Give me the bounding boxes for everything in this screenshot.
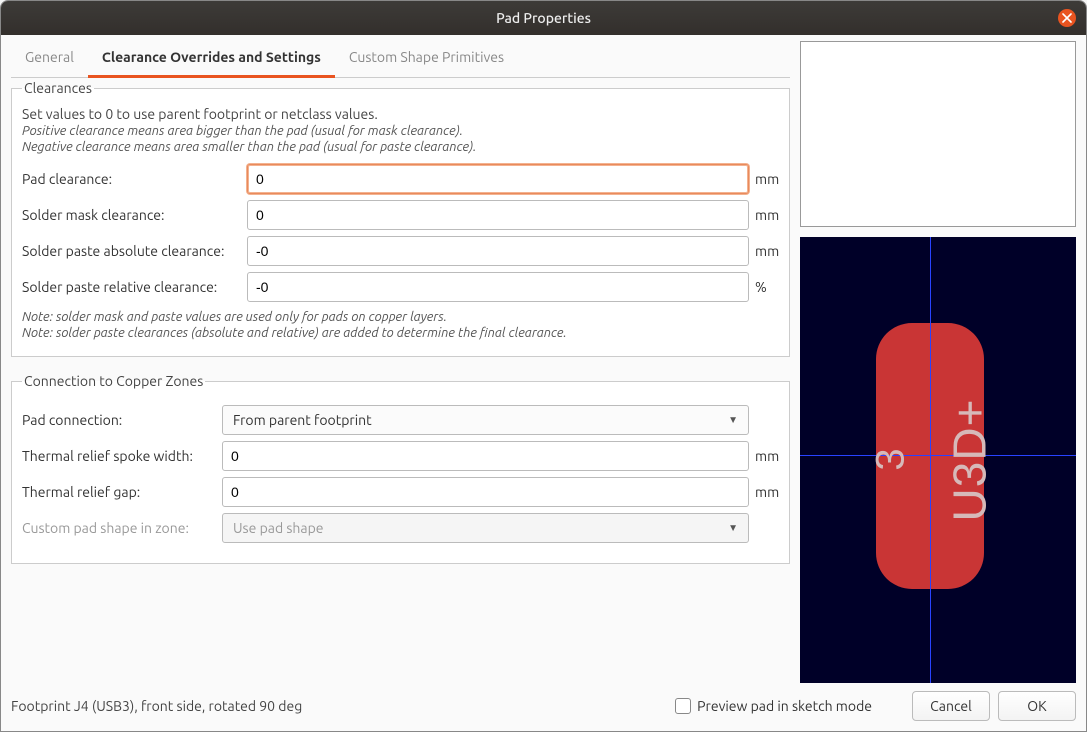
label-thermal-gap: Thermal relief gap:	[22, 484, 222, 500]
row-paste-rel-clearance: Solder paste relative clearance: %	[22, 272, 779, 302]
pad-properties-dialog: Pad Properties General Clearance Overrid…	[0, 0, 1087, 732]
pad-number-text: 3	[869, 448, 914, 470]
label-sketch-mode[interactable]: Preview pad in sketch mode	[697, 698, 872, 714]
close-icon	[1062, 13, 1072, 23]
tab-custom-shape[interactable]: Custom Shape Primitives	[335, 41, 518, 77]
clearances-hint-main: Set values to 0 to use parent footprint …	[22, 106, 779, 122]
unit-pad-clearance: mm	[749, 171, 779, 187]
crosshair-vertical	[930, 237, 931, 683]
clearances-hint-positive: Positive clearance means area bigger tha…	[22, 124, 779, 138]
input-mask-clearance[interactable]	[247, 200, 749, 230]
unit-thermal-spoke: mm	[749, 448, 779, 464]
label-pad-clearance: Pad clearance:	[22, 171, 247, 187]
upper-region: General Clearance Overrides and Settings…	[11, 35, 1076, 683]
unit-paste-abs-clearance: mm	[749, 243, 779, 259]
label-paste-abs-clearance: Solder paste absolute clearance:	[22, 243, 247, 259]
unit-thermal-gap: mm	[749, 484, 779, 500]
row-paste-abs-clearance: Solder paste absolute clearance: mm	[22, 236, 779, 266]
ok-button[interactable]: OK	[998, 691, 1076, 721]
label-paste-rel-clearance: Solder paste relative clearance:	[22, 279, 247, 295]
footer: Footprint J4 (USB3), front side, rotated…	[11, 683, 1076, 723]
copper-zones-legend: Connection to Copper Zones	[22, 373, 205, 389]
titlebar: Pad Properties	[1, 1, 1086, 35]
input-paste-abs-clearance[interactable]	[247, 236, 749, 266]
clearances-hint-negative: Negative clearance means area smaller th…	[22, 140, 779, 154]
chevron-down-icon: ▼	[728, 414, 738, 426]
tab-clearance-overrides[interactable]: Clearance Overrides and Settings	[88, 41, 335, 78]
tab-bar: General Clearance Overrides and Settings…	[11, 41, 790, 78]
clearances-note2: Note: solder paste clearances (absolute …	[22, 326, 779, 340]
input-paste-rel-clearance[interactable]	[247, 272, 749, 302]
dropdown-custom-pad-shape-value: Use pad shape	[233, 520, 324, 536]
unit-paste-rel-clearance: %	[749, 279, 779, 295]
preview-panel-bottom[interactable]: 3 U3D+	[800, 237, 1076, 683]
close-button[interactable]	[1058, 9, 1076, 27]
unit-mask-clearance: mm	[749, 207, 779, 223]
checkbox-sketch-mode[interactable]	[675, 698, 691, 714]
row-pad-clearance: Pad clearance: mm	[22, 164, 779, 194]
sketch-mode-option: Preview pad in sketch mode	[675, 698, 872, 714]
clearances-note1: Note: solder mask and paste values are u…	[22, 310, 779, 324]
row-pad-connection: Pad connection: From parent footprint ▼	[22, 405, 779, 435]
pad-net-text: U3D+	[942, 399, 996, 522]
input-thermal-spoke[interactable]	[222, 441, 749, 471]
row-thermal-spoke: Thermal relief spoke width: mm	[22, 441, 779, 471]
window-title: Pad Properties	[496, 10, 591, 26]
right-pane: 3 U3D+	[800, 41, 1076, 683]
tab-general[interactable]: General	[11, 41, 88, 77]
label-custom-pad-shape: Custom pad shape in zone:	[22, 520, 222, 536]
clearances-group: Clearances Set values to 0 to use parent…	[11, 80, 790, 357]
row-custom-pad-shape: Custom pad shape in zone: Use pad shape …	[22, 513, 779, 543]
input-thermal-gap[interactable]	[222, 477, 749, 507]
label-thermal-spoke: Thermal relief spoke width:	[22, 448, 222, 464]
crosshair-horizontal	[800, 455, 1076, 456]
clearances-legend: Clearances	[22, 80, 94, 96]
dropdown-custom-pad-shape: Use pad shape ▼	[222, 513, 749, 543]
row-mask-clearance: Solder mask clearance: mm	[22, 200, 779, 230]
preview-panel-top	[800, 41, 1076, 227]
dropdown-pad-connection-value: From parent footprint	[233, 412, 372, 428]
row-thermal-gap: Thermal relief gap: mm	[22, 477, 779, 507]
input-pad-clearance[interactable]	[247, 164, 749, 194]
status-text: Footprint J4 (USB3), front side, rotated…	[11, 698, 302, 714]
dialog-body: General Clearance Overrides and Settings…	[1, 35, 1086, 731]
left-pane: General Clearance Overrides and Settings…	[11, 41, 790, 683]
copper-zones-group: Connection to Copper Zones Pad connectio…	[11, 373, 790, 564]
chevron-down-icon: ▼	[728, 522, 738, 534]
dropdown-pad-connection[interactable]: From parent footprint ▼	[222, 405, 749, 435]
cancel-button[interactable]: Cancel	[912, 691, 990, 721]
label-mask-clearance: Solder mask clearance:	[22, 207, 247, 223]
label-pad-connection: Pad connection:	[22, 412, 222, 428]
